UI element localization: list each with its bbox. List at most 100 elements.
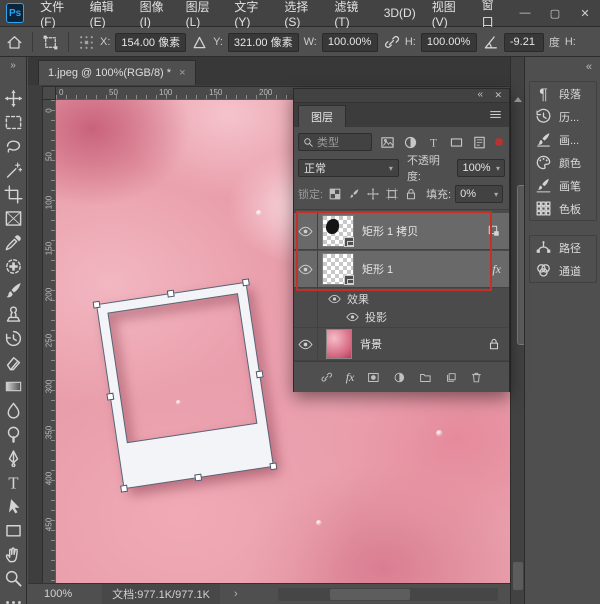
lock-image-pixels-icon[interactable]	[347, 187, 361, 201]
move-tool-icon[interactable]	[4, 89, 23, 108]
pen-tool-icon[interactable]	[4, 449, 23, 468]
dock-item-color[interactable]: 颜色	[530, 151, 596, 174]
layer-name[interactable]: 矩形 1 拷贝	[362, 223, 418, 239]
layer-thumbnail[interactable]	[322, 215, 354, 247]
eye-icon[interactable]	[346, 312, 359, 322]
transform-handle-right[interactable]	[256, 370, 264, 378]
visibility-toggle[interactable]	[294, 251, 318, 287]
more-tool-icon[interactable]	[4, 593, 23, 604]
y-input[interactable]: 321.00 像素	[228, 33, 299, 52]
visibility-toggle[interactable]	[294, 328, 318, 360]
dock-item-brush-settings[interactable]: 画...	[530, 128, 596, 151]
link-layers-icon[interactable]	[320, 370, 333, 385]
filter-adjustment-layers-icon[interactable]	[403, 135, 418, 150]
close-button[interactable]: ✕	[570, 0, 600, 26]
fill-input[interactable]: 0% ▾	[455, 185, 503, 203]
lock-artboard-icon[interactable]	[385, 187, 399, 201]
collapse-panel-icon[interactable]: «	[477, 89, 483, 100]
opacity-input[interactable]: 100% ▾	[457, 159, 505, 177]
history-brush-tool-icon[interactable]	[4, 329, 23, 348]
horizontal-scrollbar-thumb[interactable]	[330, 589, 410, 600]
dock-item-swatches[interactable]: 色板	[530, 197, 596, 220]
effects-header-row[interactable]: 效果	[294, 290, 509, 308]
gradient-tool-icon[interactable]	[4, 377, 23, 396]
zoom-tool-icon[interactable]	[4, 569, 23, 588]
healing-tool-icon[interactable]	[4, 257, 23, 276]
angle-input[interactable]: -9.21	[504, 33, 544, 52]
rectangle-tool-icon[interactable]	[4, 521, 23, 540]
clone-stamp-tool-icon[interactable]	[4, 305, 23, 324]
type-tool-icon[interactable]: T	[4, 473, 23, 492]
new-group-icon[interactable]	[419, 370, 432, 385]
menu-item-3[interactable]: 图层(L)	[178, 0, 227, 26]
eraser-tool-icon[interactable]	[4, 353, 23, 372]
x-input[interactable]: 154.00 像素	[115, 33, 186, 52]
dock-item-paragraph[interactable]: ¶段落	[530, 82, 596, 105]
menu-item-1[interactable]: 编辑(E)	[82, 0, 132, 26]
layer-thumbnail[interactable]	[322, 253, 354, 285]
menu-item-9[interactable]: 窗口	[474, 0, 510, 26]
maximize-button[interactable]: ▢	[540, 0, 570, 26]
menu-item-4[interactable]: 文字(Y)	[226, 0, 276, 26]
transform-handle-top[interactable]	[167, 290, 175, 298]
collapse-dock-icon[interactable]: «	[586, 61, 592, 73]
filter-pixel-layers-icon[interactable]	[380, 135, 395, 150]
delete-layer-icon[interactable]	[470, 370, 483, 385]
filter-shape-layers-icon[interactable]	[449, 135, 464, 150]
filter-type-layers-icon[interactable]: T	[426, 135, 441, 150]
path-select-tool-icon[interactable]	[4, 497, 23, 516]
lasso-tool-icon[interactable]	[4, 137, 23, 156]
close-panel-icon[interactable]: ✕	[494, 90, 502, 101]
eye-icon[interactable]	[328, 294, 341, 304]
layer-thumbnail[interactable]	[326, 329, 352, 359]
reference-point-icon[interactable]	[78, 34, 95, 51]
lock-all-icon[interactable]	[404, 187, 418, 201]
layer-filter-type-select[interactable]: 类型	[298, 133, 372, 151]
filter-toggle-light[interactable]	[495, 138, 503, 146]
dock-item-paths[interactable]: 路径	[530, 236, 596, 259]
eyedropper-tool-icon[interactable]	[4, 233, 23, 252]
minimize-button[interactable]: —	[510, 0, 540, 26]
layer-row-background[interactable]: 背景	[294, 327, 509, 361]
tab-close-icon[interactable]: ×	[179, 67, 185, 79]
transform-handle-bottom[interactable]	[194, 474, 202, 482]
lock-position-icon[interactable]	[366, 187, 380, 201]
drop-shadow-row[interactable]: 投影	[294, 308, 509, 326]
vertical-scrollbar-segment[interactable]	[513, 562, 523, 590]
polaroid-frame-shape[interactable]	[97, 283, 273, 488]
link-dimensions-icon[interactable]	[383, 34, 400, 51]
horizontal-scrollbar[interactable]	[278, 588, 498, 601]
transform-handle-bottom-right[interactable]	[269, 462, 277, 470]
blend-mode-select[interactable]: 正常 ▾	[298, 159, 399, 177]
new-adjustment-layer-icon[interactable]	[393, 370, 406, 385]
lock-transparent-pixels-icon[interactable]	[328, 187, 342, 201]
new-layer-icon[interactable]	[445, 370, 458, 385]
hand-tool-icon[interactable]	[4, 545, 23, 564]
panel-menu-icon[interactable]	[488, 108, 503, 121]
transform-handle-top-left[interactable]	[93, 301, 101, 309]
menu-item-0[interactable]: 文件(F)	[32, 0, 81, 26]
vertical-scrollbar[interactable]	[510, 57, 524, 604]
ruler-corner[interactable]	[42, 86, 56, 100]
marquee-tool-icon[interactable]	[4, 113, 23, 132]
scroll-up-icon[interactable]	[514, 97, 522, 102]
height-input[interactable]: 100.00%	[421, 33, 477, 52]
filter-smart-objects-icon[interactable]	[472, 135, 487, 150]
brush-tool-icon[interactable]	[4, 281, 23, 300]
menu-item-5[interactable]: 选择(S)	[276, 0, 326, 26]
status-popup-arrow-icon[interactable]: ›	[234, 588, 238, 600]
visibility-toggle[interactable]	[294, 213, 318, 249]
layer-name[interactable]: 矩形 1	[362, 261, 393, 277]
crop-tool-icon[interactable]	[4, 185, 23, 204]
frame-tool-icon[interactable]	[4, 209, 23, 228]
expand-tools-icon[interactable]: »	[0, 57, 26, 75]
relative-position-icon[interactable]	[191, 34, 208, 51]
transform-handle-left[interactable]	[106, 392, 114, 400]
add-layer-style-icon[interactable]: fx	[346, 370, 355, 385]
dock-item-channels[interactable]: 通道	[530, 259, 596, 282]
zoom-level-field[interactable]: 100%	[44, 588, 72, 600]
menu-item-2[interactable]: 图像(I)	[132, 0, 178, 26]
blur-tool-icon[interactable]	[4, 401, 23, 420]
transform-handle-top-right[interactable]	[242, 278, 250, 286]
menu-item-6[interactable]: 滤镜(T)	[326, 0, 375, 26]
